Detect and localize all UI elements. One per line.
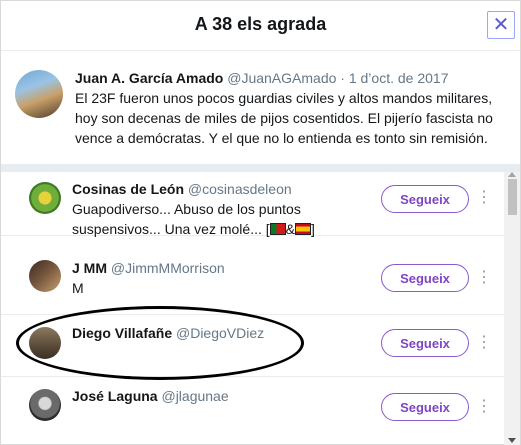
- user-handle[interactable]: @JimmMMorrison: [111, 260, 225, 276]
- close-icon: ✕: [492, 14, 510, 36]
- user-info: Diego Villafañe @DiegoVDiez: [72, 323, 372, 343]
- user-info: Cosinas de León @cosinasdeleon Guapodive…: [72, 179, 372, 239]
- likers-list: Cosinas de León @cosinasdeleon Guapodive…: [1, 172, 520, 445]
- user-bio-line: Guapodiverso... Abuso de los puntos: [72, 201, 301, 217]
- bio-text: &: [285, 221, 295, 237]
- follow-button[interactable]: Segueix: [381, 329, 469, 357]
- tweet-content: Juan A. García Amado @JuanAGAmado · 1 d’…: [75, 68, 505, 148]
- portugal-flag-icon: [269, 223, 286, 235]
- list-item[interactable]: Diego Villafañe @DiegoVDiez Segueix ⋮: [1, 315, 504, 377]
- author-avatar[interactable]: [15, 70, 63, 118]
- section-divider: [1, 164, 520, 172]
- user-handle[interactable]: @cosinasdeleon: [188, 181, 292, 197]
- scroll-thumb[interactable]: [508, 179, 517, 215]
- user-avatar[interactable]: [29, 260, 61, 292]
- scroll-down-icon[interactable]: [508, 438, 516, 443]
- more-vertical-icon[interactable]: ⋮: [476, 268, 492, 288]
- user-avatar[interactable]: [29, 327, 61, 359]
- user-bio-line: suspensivos... Una vez molé... [&]: [72, 219, 372, 239]
- tweet-text: El 23F fueron unos pocos guardias civile…: [75, 90, 493, 146]
- user-avatar[interactable]: [29, 182, 61, 214]
- modal-title: A 38 els agrada: [194, 14, 327, 34]
- user-info: José Laguna @jlagunae: [72, 386, 372, 406]
- user-name[interactable]: Diego Villafañe: [72, 325, 172, 341]
- list-item[interactable]: J MM @JimmMMorrison M Segueix ⋮: [1, 247, 504, 315]
- scroll-up-icon[interactable]: [508, 172, 516, 177]
- spain-flag-icon: [294, 223, 311, 235]
- more-vertical-icon[interactable]: ⋮: [476, 397, 492, 417]
- tweet-date[interactable]: 1 d’oct. de 2017: [349, 70, 449, 86]
- user-avatar[interactable]: [29, 389, 61, 421]
- user-bio-line: M: [72, 280, 84, 296]
- author-name[interactable]: Juan A. García Amado: [75, 70, 223, 86]
- more-vertical-icon[interactable]: ⋮: [476, 333, 492, 353]
- follow-button[interactable]: Segueix: [381, 264, 469, 292]
- list-item[interactable]: José Laguna @jlagunae Segueix ⋮: [1, 377, 504, 445]
- user-name[interactable]: Cosinas de León: [72, 181, 184, 197]
- tweet-header: Juan A. García Amado @JuanAGAmado · 1 d’…: [75, 68, 505, 88]
- modal-header: A 38 els agrada ✕: [1, 1, 520, 51]
- user-handle[interactable]: @jlagunae: [161, 388, 228, 404]
- likes-modal: A 38 els agrada ✕ Juan A. García Amado @…: [0, 0, 521, 445]
- user-info: J MM @JimmMMorrison M: [72, 258, 372, 298]
- scrollbar[interactable]: [504, 172, 520, 445]
- close-button[interactable]: ✕: [487, 11, 515, 39]
- author-handle[interactable]: @JuanAGAmado: [227, 70, 336, 86]
- bio-text: suspensivos... Una vez molé... [: [72, 221, 270, 237]
- user-handle[interactable]: @DiegoVDiez: [176, 325, 264, 341]
- user-name[interactable]: José Laguna: [72, 388, 158, 404]
- bio-text: ]: [310, 221, 315, 237]
- user-name[interactable]: J MM: [72, 260, 107, 276]
- follow-button[interactable]: Segueix: [381, 185, 469, 213]
- more-vertical-icon[interactable]: ⋮: [476, 188, 492, 208]
- header-separator: ·: [340, 70, 345, 86]
- tweet-context: Juan A. García Amado @JuanAGAmado · 1 d’…: [1, 52, 520, 164]
- follow-button[interactable]: Segueix: [381, 393, 469, 421]
- list-item[interactable]: Cosinas de León @cosinasdeleon Guapodive…: [1, 172, 504, 239]
